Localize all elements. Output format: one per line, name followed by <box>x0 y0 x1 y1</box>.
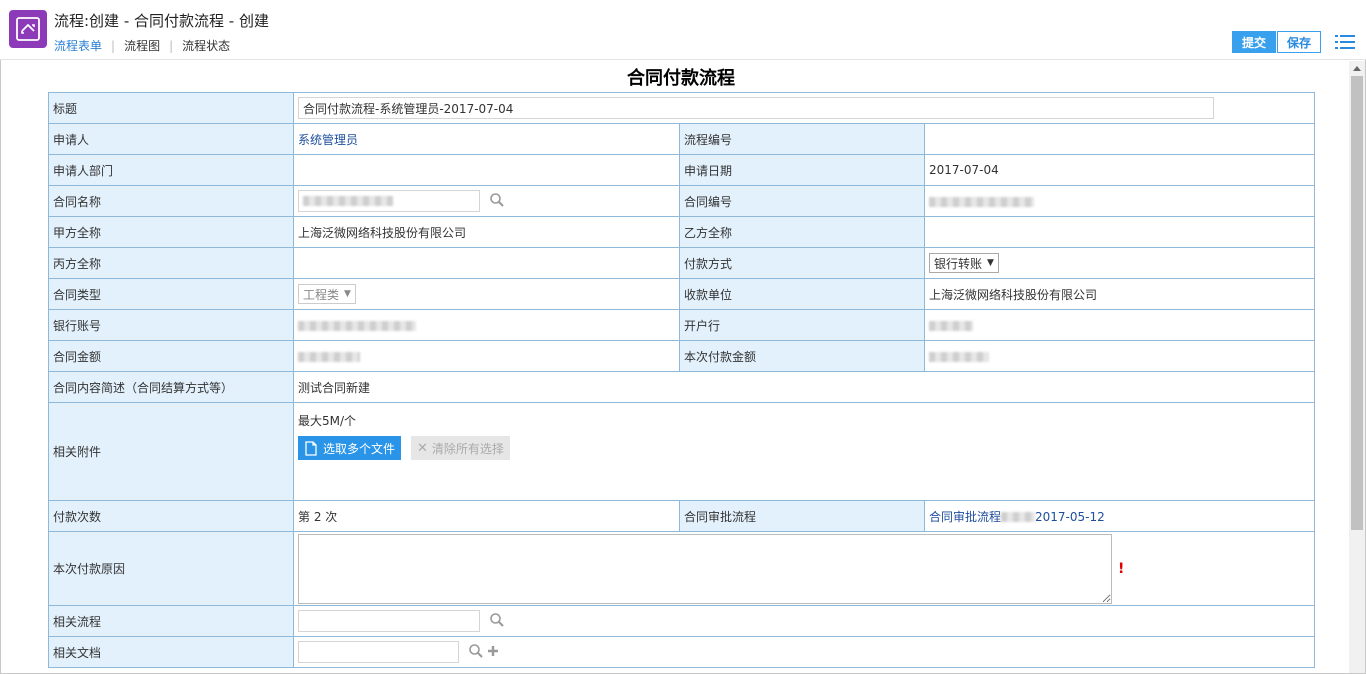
form-row-applicant: 申请人 系统管理员 流程编号 <box>48 123 1316 155</box>
form-row-reason: 本次付款原因 ! <box>48 531 1316 606</box>
tab-flowchart[interactable]: 流程图 <box>124 37 160 54</box>
party-a-value: 上海泛微网络科技股份有限公司 <box>293 216 680 248</box>
pay-method-selected: 银行转账 <box>934 256 983 271</box>
form-row-attachments: 相关附件 最大5M/个 选取多个文件 ✕ 清除所有选择 <box>48 402 1316 501</box>
flow-number-label: 流程编号 <box>679 123 925 155</box>
save-button[interactable]: 保存 <box>1277 31 1321 53</box>
clear-all-button: ✕ 清除所有选择 <box>411 436 510 460</box>
form-row-content: 合同内容简述（合同结算方式等） 测试合同新建 <box>48 371 1316 403</box>
required-mark: ! <box>1118 560 1125 577</box>
pay-count-label: 付款次数 <box>48 500 294 532</box>
contract-name-input[interactable] <box>298 190 480 212</box>
contract-number-label: 合同编号 <box>679 185 925 217</box>
bank-label: 开户行 <box>679 309 925 341</box>
redacted-value <box>929 196 1034 207</box>
redacted-value <box>303 196 393 206</box>
form-row-party-c: 丙方全称 付款方式 银行转账 ▼ <box>48 247 1316 279</box>
title-label: 标题 <box>48 92 294 124</box>
contract-type-selected: 工程类 <box>303 287 340 302</box>
form-row-related-flow: 相关流程 <box>48 605 1316 637</box>
form-row-pay-count: 付款次数 第 2 次 合同审批流程 合同审批流程 2017-05-12 <box>48 500 1316 532</box>
form-row-dept: 申请人部门 申请日期 2017-07-04 <box>48 154 1316 186</box>
search-icon[interactable] <box>490 192 504 210</box>
pay-count-value: 第 2 次 <box>293 500 680 532</box>
tab-bar: 流程表单 | 流程图 | 流程状态 <box>54 37 230 54</box>
workflow-app-icon <box>9 10 47 48</box>
tab-form[interactable]: 流程表单 <box>54 37 102 54</box>
redacted-value <box>298 351 360 362</box>
contract-type-label: 合同类型 <box>48 278 294 310</box>
title-input[interactable] <box>298 97 1214 119</box>
scrollbar-thumb[interactable] <box>1351 76 1363 530</box>
form-row-bank-account: 银行账号 开户行 <box>48 309 1316 341</box>
department-value <box>293 154 680 186</box>
header: 流程:创建 - 合同付款流程 - 创建 流程表单 | 流程图 | 流程状态 提交… <box>0 0 1366 60</box>
applicant-label: 申请人 <box>48 123 294 155</box>
pick-files-label: 选取多个文件 <box>323 441 396 456</box>
approval-flow-link[interactable]: 合同审批流程 2017-05-12 <box>929 510 1105 524</box>
submit-button[interactable]: 提交 <box>1232 31 1276 53</box>
redacted-value <box>298 320 416 331</box>
attachment-size-limit: 最大5M/个 <box>298 414 357 428</box>
party-a-label: 甲方全称 <box>48 216 294 248</box>
form-row-amount: 合同金额 本次付款金额 <box>48 340 1316 372</box>
applicant-link[interactable]: 系统管理员 <box>298 133 358 147</box>
bank-account-label: 银行账号 <box>48 309 294 341</box>
department-label: 申请人部门 <box>48 154 294 186</box>
clear-all-label: 清除所有选择 <box>431 441 504 456</box>
close-icon: ✕ <box>417 440 428 456</box>
form-title: 合同付款流程 <box>627 68 735 89</box>
payee-label: 收款单位 <box>679 278 925 310</box>
contract-amount-label: 合同金额 <box>48 340 294 372</box>
redacted-value <box>1001 512 1036 522</box>
pay-method-label: 付款方式 <box>679 247 925 279</box>
file-icon <box>305 440 317 456</box>
related-flow-input[interactable] <box>298 610 480 632</box>
related-doc-input[interactable] <box>298 641 459 663</box>
contract-name-label: 合同名称 <box>48 185 294 217</box>
related-doc-label: 相关文档 <box>48 636 294 668</box>
tab-separator: | <box>169 38 174 53</box>
party-b-label: 乙方全称 <box>679 216 925 248</box>
related-flow-label: 相关流程 <box>48 605 294 637</box>
search-icon[interactable] <box>490 612 504 630</box>
pay-method-select[interactable]: 银行转账 ▼ <box>929 253 999 273</box>
apply-date-value: 2017-07-04 <box>923 154 1316 186</box>
payee-value: 上海泛微网络科技股份有限公司 <box>923 278 1316 310</box>
form-table: 标题 申请人 系统管理员 流程编号 申请人部门 申请日期 2017-07-04 … <box>48 92 1316 668</box>
window-title: 流程:创建 - 合同付款流程 - 创建 <box>54 12 269 30</box>
tab-separator: | <box>111 38 116 53</box>
dropdown-arrow-icon: ▼ <box>344 289 351 299</box>
party-b-value <box>923 216 1316 248</box>
search-icon[interactable] <box>469 643 483 661</box>
add-icon[interactable] <box>487 645 499 660</box>
list-menu-icon[interactable] <box>1335 33 1355 51</box>
contract-type-select[interactable]: 工程类 ▼ <box>298 284 356 304</box>
form-row-contract-name: 合同名称 合同编号 <box>48 185 1316 217</box>
this-payment-amount-label: 本次付款金额 <box>679 340 925 372</box>
apply-date-label: 申请日期 <box>679 154 925 186</box>
approval-flow-name: 合同审批流程 <box>929 509 1002 524</box>
form-row-title: 标题 <box>48 92 1316 124</box>
party-c-label: 丙方全称 <box>48 247 294 279</box>
scroll-up-arrow-icon[interactable] <box>1349 61 1365 75</box>
party-c-value <box>293 247 680 279</box>
payment-reason-textarea[interactable] <box>298 533 1112 604</box>
redacted-value <box>929 320 973 331</box>
approval-flow-label: 合同审批流程 <box>679 500 925 532</box>
vertical-scrollbar[interactable] <box>1349 61 1365 673</box>
contract-content-value: 测试合同新建 <box>292 371 1316 403</box>
attachments-label: 相关附件 <box>48 402 294 501</box>
form-row-party-a: 甲方全称 上海泛微网络科技股份有限公司 乙方全称 <box>48 216 1316 248</box>
approval-flow-date: 2017-05-12 <box>1035 509 1105 524</box>
pick-files-button[interactable]: 选取多个文件 <box>298 436 402 460</box>
form-row-related-doc: 相关文档 <box>48 636 1316 668</box>
form-row-contract-type: 合同类型 工程类 ▼ 收款单位 上海泛微网络科技股份有限公司 <box>48 278 1316 310</box>
dropdown-arrow-icon: ▼ <box>987 258 994 268</box>
contract-content-label: 合同内容简述（合同结算方式等） <box>48 371 294 403</box>
redacted-value <box>929 351 989 362</box>
payment-reason-label: 本次付款原因 <box>48 531 294 606</box>
tab-flow-status[interactable]: 流程状态 <box>182 37 230 54</box>
flow-number-value <box>923 123 1316 155</box>
